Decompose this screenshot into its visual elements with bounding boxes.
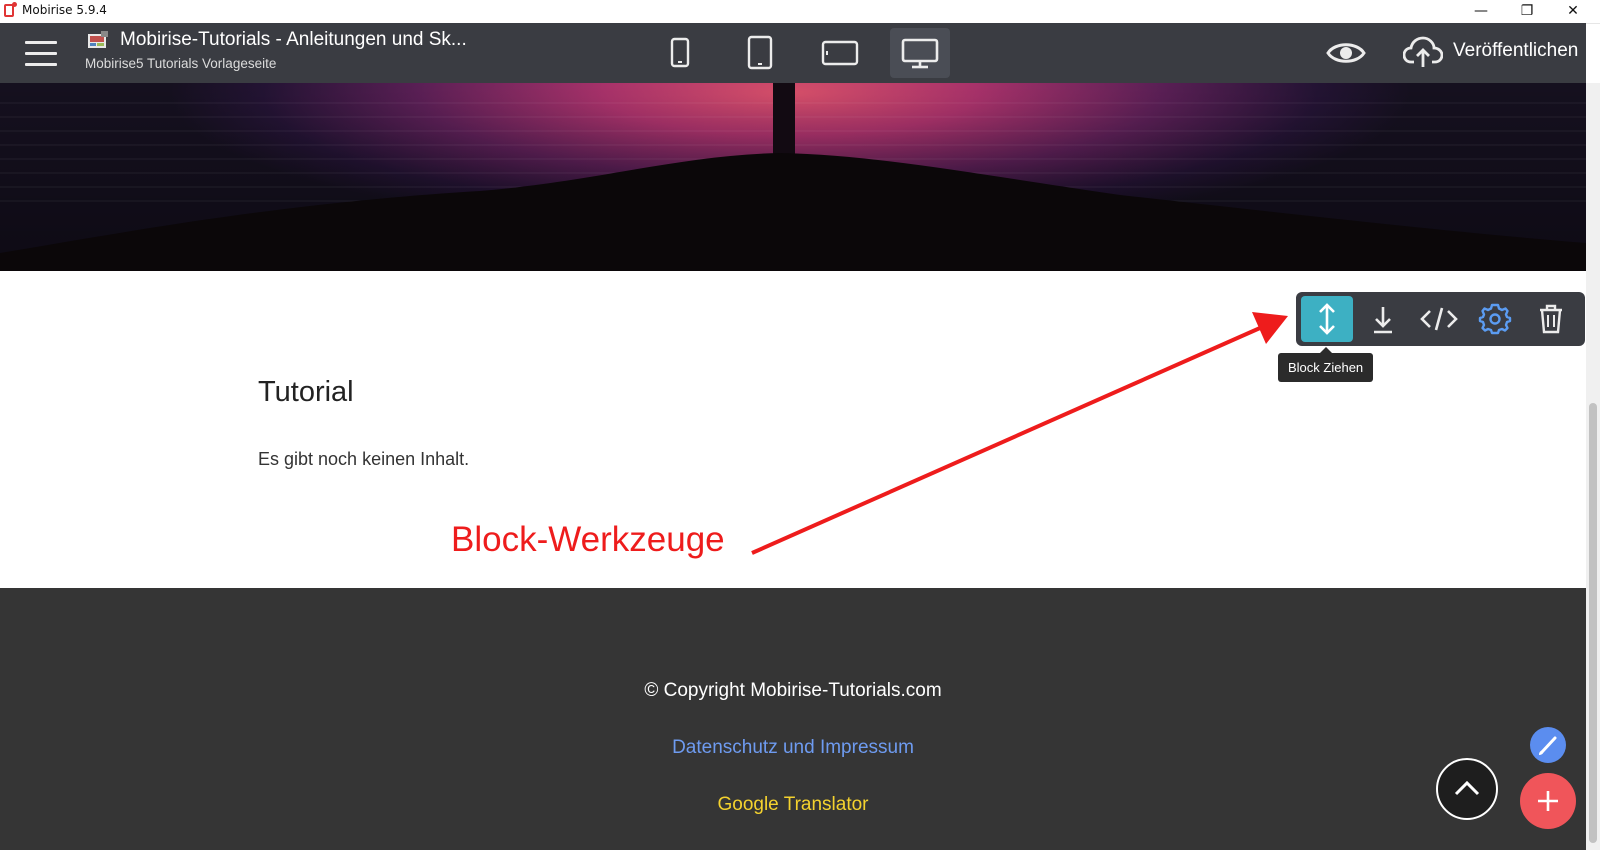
publish-button[interactable]: Veröffentlichen	[1403, 35, 1578, 71]
add-block-button[interactable]	[1520, 773, 1576, 829]
editor-topbar: Mobirise-Tutorials - Anleitungen und Sk.…	[0, 23, 1586, 83]
block-settings-button[interactable]	[1469, 296, 1521, 342]
block-drag-button[interactable]	[1301, 296, 1353, 342]
window-titlebar: Mobirise 5.9.4 — ❐ ✕	[0, 0, 1600, 24]
block-download-button[interactable]	[1357, 296, 1409, 342]
block-code-button[interactable]	[1413, 296, 1465, 342]
window-title: Mobirise 5.9.4	[22, 3, 107, 17]
tablet-icon	[747, 35, 773, 70]
device-tablet-button[interactable]	[730, 28, 790, 78]
device-phone-button[interactable]	[650, 28, 710, 78]
block-title[interactable]: Tutorial	[258, 376, 354, 409]
project-subtitle: Mobirise5 Tutorials Vorlageseite	[85, 56, 277, 71]
device-tablet-landscape-button[interactable]	[810, 28, 870, 78]
hamburger-menu-icon[interactable]	[25, 41, 57, 66]
cloud-upload-icon	[1403, 36, 1443, 67]
footer-copyright: © Copyright Mobirise-Tutorials.com	[644, 680, 942, 701]
block-text[interactable]: Es gibt noch keinen Inhalt.	[258, 449, 469, 470]
download-icon	[1374, 307, 1392, 334]
hero-background-image	[0, 83, 1586, 271]
mobirise-app-icon	[4, 2, 17, 17]
minimize-button[interactable]: —	[1458, 0, 1504, 23]
chevron-up-icon	[1454, 780, 1480, 796]
drag-tooltip: Block Ziehen	[1278, 347, 1374, 382]
desktop-icon	[901, 38, 939, 69]
trash-icon	[1540, 304, 1562, 334]
scroll-to-top-button[interactable]	[1436, 758, 1498, 820]
block-toolbar	[1296, 292, 1585, 346]
tablet-landscape-icon	[821, 40, 859, 66]
restore-button[interactable]: ❐	[1504, 0, 1550, 23]
plus-icon	[1538, 791, 1558, 811]
gear-icon	[1478, 303, 1512, 335]
sunset-landscape-image	[0, 83, 1586, 271]
drag-vertical-icon	[1319, 303, 1335, 335]
brush-icon	[1539, 736, 1557, 755]
eye-icon[interactable]	[1325, 37, 1367, 69]
page-footer: © Copyright Mobirise-Tutorials.com Daten…	[0, 588, 1586, 850]
block-delete-button[interactable]	[1525, 296, 1577, 342]
scrollbar-thumb[interactable]	[1589, 403, 1597, 843]
page-scrollbar[interactable]	[1586, 83, 1600, 850]
publish-label: Veröffentlichen	[1453, 40, 1579, 61]
project-title[interactable]: Mobirise-Tutorials - Anleitungen und Sk.…	[120, 29, 467, 51]
edit-style-button[interactable]	[1530, 727, 1566, 763]
code-icon	[1420, 307, 1458, 331]
device-desktop-button[interactable]	[890, 28, 950, 78]
annotation-label: Block-Werkzeuge	[451, 520, 725, 559]
project-thumbnail-icon	[88, 31, 108, 48]
close-button[interactable]: ✕	[1550, 0, 1596, 23]
phone-icon	[670, 37, 690, 68]
privacy-link[interactable]: Datenschutz und Impressum	[0, 737, 1586, 759]
google-translator-link[interactable]: Google Translator	[0, 794, 1586, 816]
